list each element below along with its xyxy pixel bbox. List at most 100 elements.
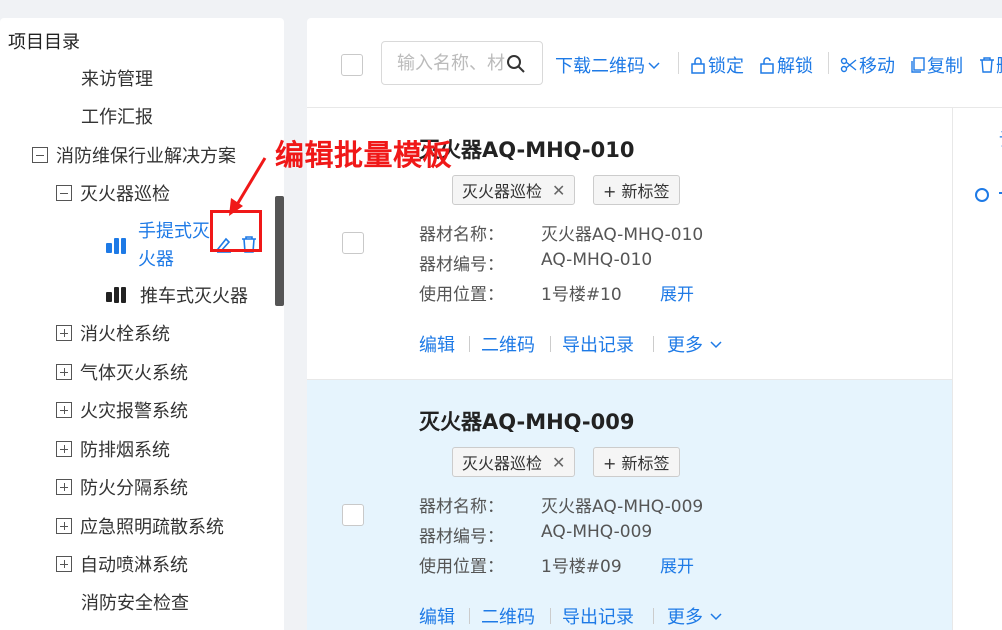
move-button[interactable]: 移动 xyxy=(840,52,895,78)
tree-item-label: 消防安全检查 xyxy=(81,593,189,614)
toolbar-divider xyxy=(828,52,829,74)
delete-button[interactable]: 删 xyxy=(979,52,1002,78)
collapse-icon[interactable] xyxy=(56,185,72,201)
lock-icon xyxy=(691,57,705,74)
expand-icon[interactable] xyxy=(56,479,72,495)
expand-link[interactable]: 展开 xyxy=(660,552,694,577)
tree-item-fire-maintenance-solution[interactable]: 消防维保行业解决方案 xyxy=(32,140,236,170)
tree-item-label: 灭火器巡检 xyxy=(80,184,170,205)
extinguisher-icon xyxy=(106,286,128,304)
tree-item-fire-alarm-system[interactable]: 火灾报警系统 xyxy=(56,395,188,425)
card-checkbox[interactable] xyxy=(342,504,364,526)
expand-icon[interactable] xyxy=(56,556,72,572)
field-value: 灭火器AQ-MHQ-010 xyxy=(541,225,704,245)
detail-panel-divider xyxy=(952,108,953,630)
chevron-down-icon xyxy=(648,62,660,70)
expand-icon[interactable] xyxy=(56,402,72,418)
tree-item-visitor-management[interactable]: 来访管理 xyxy=(81,63,153,93)
tag-label: 灭火器巡检 xyxy=(462,454,543,473)
action-divider xyxy=(550,336,551,352)
expand-icon[interactable] xyxy=(56,441,72,457)
tree-item-label: 消防维保行业解决方案 xyxy=(56,146,236,167)
export-records-link[interactable]: 导出记录 xyxy=(562,603,634,629)
scissors-icon xyxy=(840,57,857,73)
field-label: 器材编号： xyxy=(419,527,504,547)
tree-item-label: 火灾报警系统 xyxy=(80,401,188,422)
lock-button[interactable]: 锁定 xyxy=(690,52,744,78)
delete-label: 删 xyxy=(996,52,1002,78)
tag-close-icon[interactable]: ✕ xyxy=(552,453,565,472)
tree-item-label: 工作汇报 xyxy=(81,107,153,128)
add-tag-label: + 新标签 xyxy=(603,454,670,473)
tree-item-smoke-exhaust-system[interactable]: 防排烟系统 xyxy=(56,434,170,464)
tree-item-sprinkler-system[interactable]: 自动喷淋系统 xyxy=(56,549,188,579)
card-checkbox[interactable] xyxy=(342,232,364,254)
copy-button[interactable]: 复制 xyxy=(910,52,963,78)
tag-chip: 灭火器巡检 ✕ xyxy=(452,447,576,477)
copy-label: 复制 xyxy=(927,56,963,77)
tree-item-fire-safety-check[interactable]: 消防安全检查 xyxy=(81,587,189,617)
tree-item-portable-extinguisher[interactable]: 手提式灭 火器 xyxy=(138,218,218,274)
action-divider xyxy=(469,336,470,352)
search-icon[interactable] xyxy=(506,54,526,74)
add-tag-button[interactable]: + 新标签 xyxy=(593,447,680,477)
add-tag-label: + 新标签 xyxy=(603,182,670,201)
select-all-checkbox[interactable] xyxy=(341,54,363,76)
action-divider xyxy=(653,608,654,624)
toolbar-divider xyxy=(678,52,679,74)
card-title: 灭火器AQ-MHQ-009 xyxy=(419,410,635,434)
download-qr-button[interactable]: 下载二维码 xyxy=(555,52,661,78)
add-tag-button[interactable]: + 新标签 xyxy=(593,175,680,205)
expand-link[interactable]: 展开 xyxy=(660,280,694,305)
more-dropdown[interactable]: 更多 xyxy=(667,331,723,357)
tree-item-label: 消火栓系统 xyxy=(80,324,170,345)
tree-item-hydrant-system[interactable]: 消火栓系统 xyxy=(56,318,170,348)
expand-icon[interactable] xyxy=(56,518,72,534)
sidebar-scrollbar[interactable] xyxy=(275,196,284,306)
field-value: 灭火器AQ-MHQ-009 xyxy=(541,497,704,517)
field-value: 1号楼#09 xyxy=(541,557,622,577)
field-label: 使用位置： xyxy=(419,557,504,577)
download-qr-label: 下载二维码 xyxy=(555,56,645,77)
action-divider xyxy=(550,608,551,624)
tag-close-icon[interactable]: ✕ xyxy=(552,181,565,200)
field-value: AQ-MHQ-010 xyxy=(541,250,653,270)
qr-code-link[interactable]: 二维码 xyxy=(481,331,535,357)
tree-item-label: 来访管理 xyxy=(81,69,153,90)
trash-icon xyxy=(980,57,994,73)
search-input[interactable] xyxy=(397,52,507,74)
tree-item-fire-separation-system[interactable]: 防火分隔系统 xyxy=(56,472,188,502)
tree-item-extinguisher-inspection[interactable]: 灭火器巡检 xyxy=(56,178,170,208)
copy-icon xyxy=(911,57,925,73)
unlock-label: 解锁 xyxy=(777,56,813,77)
tree-item-label: 防火分隔系统 xyxy=(80,478,188,499)
tree-item-label: 自动喷淋系统 xyxy=(80,555,188,576)
expand-icon[interactable] xyxy=(56,364,72,380)
tree-item-trolley-extinguisher[interactable]: 推车式灭火器 xyxy=(106,280,248,310)
unlock-icon xyxy=(760,57,774,74)
more-dropdown[interactable]: 更多 xyxy=(667,603,723,629)
timeline-dot-icon xyxy=(975,188,989,202)
qr-code-link[interactable]: 二维码 xyxy=(481,603,535,629)
field-label: 器材编号： xyxy=(419,255,504,275)
expand-icon[interactable] xyxy=(56,325,72,341)
field-value: AQ-MHQ-009 xyxy=(541,522,653,542)
equipment-list-panel: 下载二维码 锁定 解锁 移动 复制 删 灭火器AQ-MHQ-010 灭火 xyxy=(307,18,1002,630)
field-value: 1号楼#10 xyxy=(541,285,622,305)
unlock-button[interactable]: 解锁 xyxy=(759,52,813,78)
project-tree-panel: 项目目录 来访管理 工作汇报 消防维保行业解决方案 灭火器巡检 手提式灭 火器 … xyxy=(0,18,284,630)
equipment-card-active[interactable]: 灭火器AQ-MHQ-009 灭火器巡检 ✕ + 新标签 器材名称： 灭火器AQ-… xyxy=(307,380,952,630)
edit-link[interactable]: 编辑 xyxy=(419,603,455,629)
move-label: 移动 xyxy=(859,56,895,77)
export-records-link[interactable]: 导出记录 xyxy=(562,331,634,357)
tree-item-gas-extinguishing-system[interactable]: 气体灭火系统 xyxy=(56,357,188,387)
collapse-icon[interactable] xyxy=(32,147,48,163)
tree-item-work-report[interactable]: 工作汇报 xyxy=(81,101,153,131)
tree-item-label: 应急照明疏散系统 xyxy=(80,517,224,538)
tree-item-emergency-lighting-system[interactable]: 应急照明疏散系统 xyxy=(56,511,224,541)
toolbar: 下载二维码 锁定 解锁 移动 复制 删 xyxy=(307,18,1002,108)
more-label: 更多 xyxy=(667,607,703,628)
action-divider xyxy=(469,608,470,624)
edit-link[interactable]: 编辑 xyxy=(419,331,455,357)
chevron-down-icon xyxy=(710,613,722,621)
